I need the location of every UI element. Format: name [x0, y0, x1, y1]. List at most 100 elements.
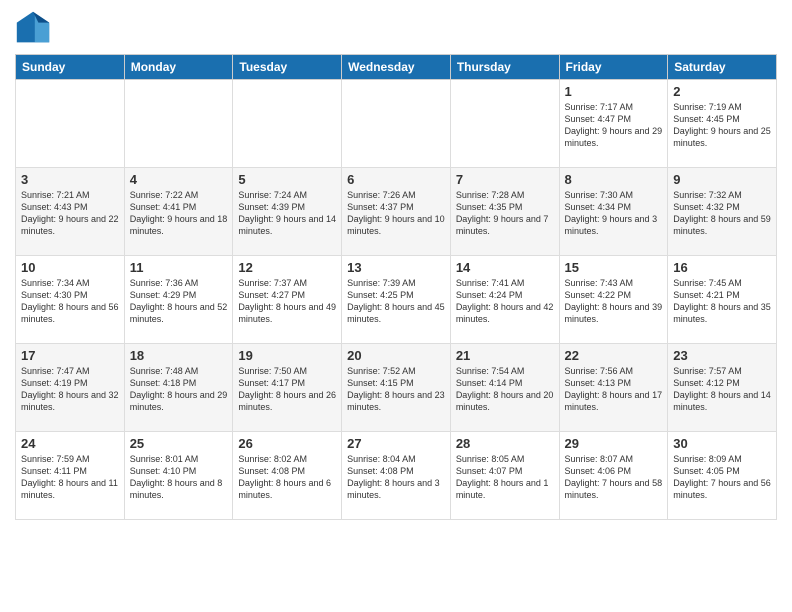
day-info: Sunrise: 7:47 AM Sunset: 4:19 PM Dayligh… — [21, 365, 119, 414]
day-number: 30 — [673, 436, 771, 451]
calendar-cell: 1 Sunrise: 7:17 AM Sunset: 4:47 PM Daylig… — [559, 80, 668, 168]
calendar-cell: 2Sunrise: 7:19 AM Sunset: 4:45 PM Daylig… — [668, 80, 777, 168]
day-info: Sunrise: 8:04 AM Sunset: 4:08 PM Dayligh… — [347, 453, 445, 502]
calendar-cell: 14 Sunrise: 7:41 AM Sunset: 4:24 PM Dayli… — [450, 256, 559, 344]
calendar-cell: 15 Sunrise: 7:43 AM Sunset: 4:22 PM Dayli… — [559, 256, 668, 344]
day-number: 13 — [347, 260, 445, 275]
calendar-cell: 6 Sunrise: 7:26 AM Sunset: 4:37 PM Daylig… — [342, 168, 451, 256]
calendar-header-row: SundayMondayTuesdayWednesdayThursdayFrid… — [16, 55, 777, 80]
calendar-cell: 27 Sunrise: 8:04 AM Sunset: 4:08 PM Dayli… — [342, 432, 451, 520]
day-number: 29 — [565, 436, 663, 451]
calendar-week-5: 24 Sunrise: 7:59 AM Sunset: 4:11 PM Dayli… — [16, 432, 777, 520]
calendar-header-monday: Monday — [124, 55, 233, 80]
day-info: Sunrise: 7:24 AM Sunset: 4:39 PM Dayligh… — [238, 189, 336, 238]
day-info: Sunrise: 7:48 AM Sunset: 4:18 PM Dayligh… — [130, 365, 228, 414]
calendar-cell: 16Sunrise: 7:45 AM Sunset: 4:21 PM Dayli… — [668, 256, 777, 344]
calendar-cell: 23 Sunrise: 7:57 AM Sunset: 4:12 PM Dayli… — [668, 344, 777, 432]
day-number: 18 — [130, 348, 228, 363]
calendar-cell: 28Sunrise: 8:05 AM Sunset: 4:07 PM Dayli… — [450, 432, 559, 520]
calendar-cell: 20 Sunrise: 7:52 AM Sunset: 4:15 PM Dayli… — [342, 344, 451, 432]
day-info: Sunrise: 7:39 AM Sunset: 4:25 PM Dayligh… — [347, 277, 445, 326]
day-number: 7 — [456, 172, 554, 187]
calendar-table: SundayMondayTuesdayWednesdayThursdayFrid… — [15, 54, 777, 520]
calendar-cell — [124, 80, 233, 168]
calendar-page: SundayMondayTuesdayWednesdayThursdayFrid… — [0, 0, 792, 612]
day-info: Sunrise: 7:30 AM Sunset: 4:34 PM Dayligh… — [565, 189, 663, 238]
day-info: Sunrise: 7:17 AM Sunset: 4:47 PM Dayligh… — [565, 101, 663, 150]
calendar-header-friday: Friday — [559, 55, 668, 80]
calendar-cell: 4 Sunrise: 7:22 AM Sunset: 4:41 PM Daylig… — [124, 168, 233, 256]
calendar-cell: 25 Sunrise: 8:01 AM Sunset: 4:10 PM Dayli… — [124, 432, 233, 520]
day-number: 24 — [21, 436, 119, 451]
day-number: 12 — [238, 260, 336, 275]
calendar-cell: 24 Sunrise: 7:59 AM Sunset: 4:11 PM Dayli… — [16, 432, 125, 520]
day-number: 15 — [565, 260, 663, 275]
calendar-cell: 21 Sunrise: 7:54 AM Sunset: 4:14 PM Dayli… — [450, 344, 559, 432]
day-info: Sunrise: 7:52 AM Sunset: 4:15 PM Dayligh… — [347, 365, 445, 414]
day-number: 27 — [347, 436, 445, 451]
day-number: 11 — [130, 260, 228, 275]
day-info: Sunrise: 7:26 AM Sunset: 4:37 PM Dayligh… — [347, 189, 445, 238]
day-info: Sunrise: 7:34 AM Sunset: 4:30 PM Dayligh… — [21, 277, 119, 326]
day-number: 2 — [673, 84, 771, 99]
calendar-cell: 17Sunrise: 7:47 AM Sunset: 4:19 PM Dayli… — [16, 344, 125, 432]
day-info: Sunrise: 7:45 AM Sunset: 4:21 PM Dayligh… — [673, 277, 771, 326]
day-info: Sunrise: 7:43 AM Sunset: 4:22 PM Dayligh… — [565, 277, 663, 326]
day-number: 6 — [347, 172, 445, 187]
day-number: 14 — [456, 260, 554, 275]
calendar-cell: 13 Sunrise: 7:39 AM Sunset: 4:25 PM Dayli… — [342, 256, 451, 344]
day-number: 21 — [456, 348, 554, 363]
calendar-cell: 29Sunrise: 8:07 AM Sunset: 4:06 PM Dayli… — [559, 432, 668, 520]
day-number: 19 — [238, 348, 336, 363]
day-info: Sunrise: 7:41 AM Sunset: 4:24 PM Dayligh… — [456, 277, 554, 326]
calendar-cell — [342, 80, 451, 168]
calendar-week-3: 10 Sunrise: 7:34 AM Sunset: 4:30 PM Dayli… — [16, 256, 777, 344]
logo-icon — [15, 10, 51, 46]
calendar-cell: 7 Sunrise: 7:28 AM Sunset: 4:35 PM Daylig… — [450, 168, 559, 256]
calendar-cell: 30 Sunrise: 8:09 AM Sunset: 4:05 PM Dayli… — [668, 432, 777, 520]
day-info: Sunrise: 7:57 AM Sunset: 4:12 PM Dayligh… — [673, 365, 771, 414]
day-number: 23 — [673, 348, 771, 363]
day-info: Sunrise: 7:22 AM Sunset: 4:41 PM Dayligh… — [130, 189, 228, 238]
day-info: Sunrise: 7:21 AM Sunset: 4:43 PM Dayligh… — [21, 189, 119, 238]
calendar-cell: 11 Sunrise: 7:36 AM Sunset: 4:29 PM Dayli… — [124, 256, 233, 344]
day-info: Sunrise: 7:59 AM Sunset: 4:11 PM Dayligh… — [21, 453, 119, 502]
calendar-cell: 8Sunrise: 7:30 AM Sunset: 4:34 PM Daylig… — [559, 168, 668, 256]
day-number: 22 — [565, 348, 663, 363]
day-info: Sunrise: 8:02 AM Sunset: 4:08 PM Dayligh… — [238, 453, 336, 502]
day-number: 5 — [238, 172, 336, 187]
day-info: Sunrise: 7:28 AM Sunset: 4:35 PM Dayligh… — [456, 189, 554, 238]
day-number: 10 — [21, 260, 119, 275]
calendar-cell: 18 Sunrise: 7:48 AM Sunset: 4:18 PM Dayli… — [124, 344, 233, 432]
calendar-cell — [450, 80, 559, 168]
page-header — [15, 10, 777, 46]
calendar-cell: 10 Sunrise: 7:34 AM Sunset: 4:30 PM Dayli… — [16, 256, 125, 344]
calendar-header-thursday: Thursday — [450, 55, 559, 80]
calendar-cell: 26 Sunrise: 8:02 AM Sunset: 4:08 PM Dayli… — [233, 432, 342, 520]
day-info: Sunrise: 7:54 AM Sunset: 4:14 PM Dayligh… — [456, 365, 554, 414]
day-number: 26 — [238, 436, 336, 451]
day-number: 4 — [130, 172, 228, 187]
calendar-week-1: 1 Sunrise: 7:17 AM Sunset: 4:47 PM Daylig… — [16, 80, 777, 168]
day-info: Sunrise: 7:50 AM Sunset: 4:17 PM Dayligh… — [238, 365, 336, 414]
calendar-cell: 19 Sunrise: 7:50 AM Sunset: 4:17 PM Dayli… — [233, 344, 342, 432]
calendar-cell: 22Sunrise: 7:56 AM Sunset: 4:13 PM Dayli… — [559, 344, 668, 432]
calendar-cell — [233, 80, 342, 168]
logo — [15, 10, 55, 46]
day-info: Sunrise: 8:01 AM Sunset: 4:10 PM Dayligh… — [130, 453, 228, 502]
day-info: Sunrise: 8:05 AM Sunset: 4:07 PM Dayligh… — [456, 453, 554, 502]
calendar-cell: 12 Sunrise: 7:37 AM Sunset: 4:27 PM Dayli… — [233, 256, 342, 344]
calendar-cell: 5 Sunrise: 7:24 AM Sunset: 4:39 PM Daylig… — [233, 168, 342, 256]
day-info: Sunrise: 7:37 AM Sunset: 4:27 PM Dayligh… — [238, 277, 336, 326]
day-info: Sunrise: 8:09 AM Sunset: 4:05 PM Dayligh… — [673, 453, 771, 502]
calendar-header-saturday: Saturday — [668, 55, 777, 80]
day-number: 25 — [130, 436, 228, 451]
calendar-cell: 9Sunrise: 7:32 AM Sunset: 4:32 PM Daylig… — [668, 168, 777, 256]
day-number: 20 — [347, 348, 445, 363]
calendar-week-2: 3Sunrise: 7:21 AM Sunset: 4:43 PM Daylig… — [16, 168, 777, 256]
day-info: Sunrise: 7:36 AM Sunset: 4:29 PM Dayligh… — [130, 277, 228, 326]
calendar-cell — [16, 80, 125, 168]
calendar-header-wednesday: Wednesday — [342, 55, 451, 80]
calendar-week-4: 17Sunrise: 7:47 AM Sunset: 4:19 PM Dayli… — [16, 344, 777, 432]
day-number: 1 — [565, 84, 663, 99]
